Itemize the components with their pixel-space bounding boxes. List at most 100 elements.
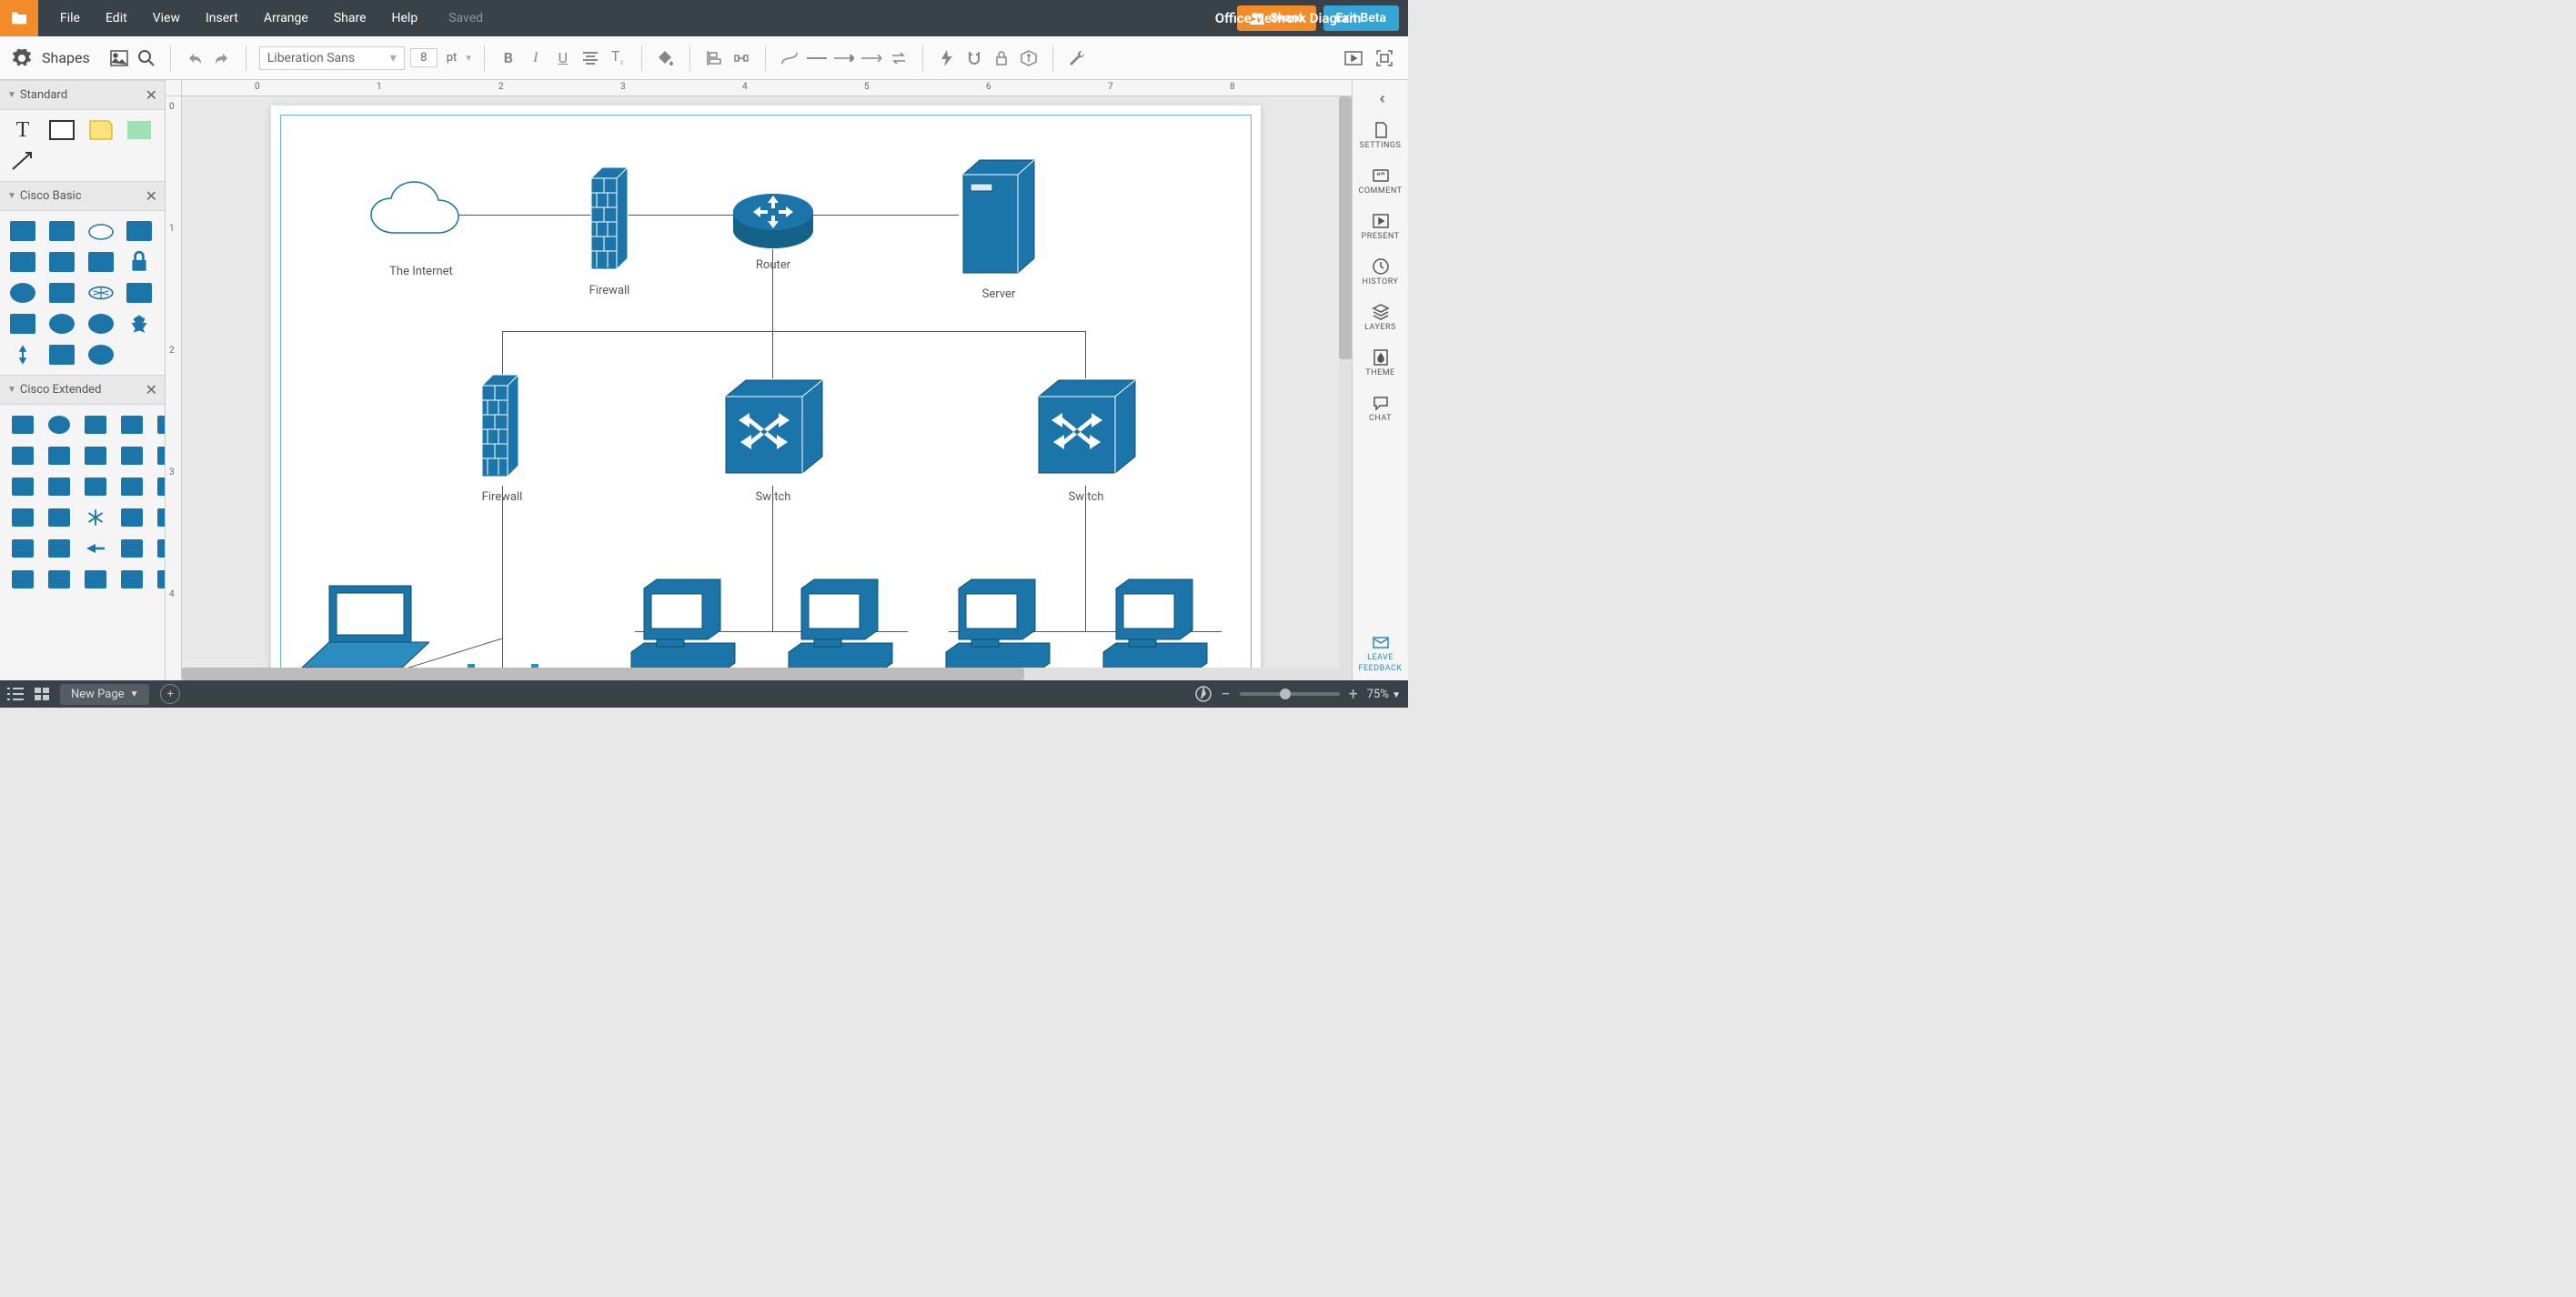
cisco-shape[interactable] (7, 567, 38, 592)
cisco-shape[interactable] (46, 311, 77, 337)
list-view-icon[interactable] (7, 688, 24, 700)
cisco-shape[interactable] (7, 280, 38, 306)
diagram-page[interactable]: The Internet Firewall Router Server Fir (271, 106, 1261, 680)
image-icon[interactable] (108, 47, 130, 69)
green-rect-shape[interactable] (124, 117, 155, 143)
redo-icon[interactable] (211, 47, 233, 69)
menu-help[interactable]: Help (379, 2, 431, 35)
info-icon[interactable] (1018, 47, 1040, 69)
font-size-input[interactable] (410, 48, 438, 67)
wrench-icon[interactable] (1066, 47, 1088, 69)
cisco-shape[interactable] (153, 567, 166, 592)
action-icon[interactable] (936, 47, 958, 69)
fill-icon[interactable] (655, 47, 677, 69)
cisco-shape[interactable] (153, 412, 166, 437)
cisco-shape[interactable] (7, 505, 38, 530)
cisco-shape[interactable] (153, 505, 166, 530)
cisco-shape[interactable] (86, 311, 116, 337)
cisco-shape[interactable] (46, 249, 77, 275)
cisco-shape[interactable] (116, 412, 147, 437)
collapse-dock-icon[interactable]: ‹‹ (1353, 85, 1408, 112)
play-slides-icon[interactable] (1343, 47, 1364, 69)
magnet-icon[interactable] (963, 47, 985, 69)
cisco-shape[interactable] (7, 249, 38, 275)
dock-comment[interactable]: ❝❞ COMMENT (1353, 159, 1408, 203)
cisco-shape[interactable] (46, 218, 77, 244)
fullscreen-icon[interactable] (1374, 47, 1395, 69)
zoom-out-icon[interactable]: − (1221, 685, 1230, 704)
canvas-viewport[interactable]: The Internet Firewall Router Server Fir (182, 96, 1352, 680)
close-icon[interactable]: ✕ (146, 187, 157, 205)
cisco-shape[interactable] (86, 280, 116, 306)
cisco-shape[interactable] (80, 412, 111, 437)
firewall-icon[interactable] (588, 166, 631, 275)
cisco-shape[interactable] (80, 567, 111, 592)
cisco-shape[interactable] (116, 505, 147, 530)
dock-theme[interactable]: THEME (1353, 341, 1408, 385)
cisco-shape[interactable] (44, 412, 75, 437)
group-standard-header[interactable]: ▼ Standard ✕ (0, 80, 165, 110)
cisco-shape[interactable] (7, 218, 38, 244)
cisco-shape[interactable] (80, 443, 111, 468)
cisco-shape[interactable] (80, 505, 111, 530)
grid-view-icon[interactable] (35, 688, 49, 700)
cisco-shape[interactable] (44, 474, 75, 499)
group-cisco-ext-header[interactable]: ▼ Cisco Extended ✕ (0, 375, 165, 405)
note-shape[interactable] (86, 117, 116, 143)
cisco-shape[interactable] (44, 567, 75, 592)
cisco-shape[interactable] (153, 443, 166, 468)
dock-feedback[interactable]: LEAVE FEEDBACK (1353, 626, 1408, 680)
close-icon[interactable]: ✕ (146, 381, 157, 398)
app-logo[interactable] (0, 0, 38, 36)
text-tool-icon[interactable]: T↕ (607, 47, 629, 69)
page-tab[interactable]: New Page ▼ (60, 684, 149, 705)
bold-icon[interactable]: B (498, 47, 519, 69)
cloud-internet-icon[interactable] (362, 178, 480, 251)
align-left-icon[interactable] (703, 47, 725, 69)
menu-arrange[interactable]: Arrange (251, 2, 321, 35)
gear-icon[interactable] (13, 49, 31, 67)
menu-edit[interactable]: Edit (93, 2, 140, 35)
menu-insert[interactable]: Insert (193, 2, 251, 35)
scrollbar-thumb[interactable] (1339, 96, 1352, 359)
underline-icon[interactable]: U (552, 47, 574, 69)
zoom-level[interactable]: 75% ▼ (1367, 688, 1401, 701)
distribute-icon[interactable] (730, 47, 752, 69)
firewall2-icon[interactable] (478, 373, 522, 482)
switch2-icon[interactable] (1033, 377, 1141, 480)
dock-history[interactable]: HISTORY (1353, 250, 1408, 294)
zoom-slider[interactable] (1240, 692, 1340, 696)
menu-share[interactable]: Share (321, 2, 379, 35)
document-title[interactable]: Office Network Diagram (1215, 10, 1361, 26)
line-end-icon[interactable] (860, 47, 882, 69)
cisco-shape[interactable] (153, 474, 166, 499)
cisco-shape[interactable] (116, 567, 147, 592)
add-page-button[interactable]: + (160, 684, 180, 704)
align-icon[interactable] (579, 47, 601, 69)
horizontal-scrollbar[interactable] (182, 668, 1352, 680)
font-select[interactable]: Liberation Sans▾ (259, 46, 405, 70)
cisco-shape[interactable] (80, 536, 111, 561)
cisco-shape[interactable] (80, 474, 111, 499)
cisco-shape[interactable] (124, 311, 155, 337)
scrollbar-thumb[interactable] (182, 668, 1024, 680)
cisco-shape[interactable] (7, 342, 38, 367)
group-cisco-basic-header[interactable]: ▼ Cisco Basic ✕ (0, 181, 165, 211)
line-solid-icon[interactable] (806, 47, 828, 69)
lock-icon[interactable] (991, 47, 1012, 69)
search-icon[interactable] (136, 47, 157, 69)
dock-layers[interactable]: LAYERS (1353, 296, 1408, 339)
dock-present[interactable]: PRESENT (1353, 205, 1408, 248)
text-shape[interactable]: T (7, 117, 38, 143)
undo-icon[interactable] (184, 47, 206, 69)
workstation-icon[interactable] (781, 578, 900, 678)
close-icon[interactable]: ✕ (146, 86, 157, 104)
switch1-icon[interactable] (720, 377, 828, 480)
italic-icon[interactable]: I (525, 47, 547, 69)
cisco-shape[interactable] (7, 412, 38, 437)
cisco-shape[interactable] (7, 311, 38, 337)
cisco-shape[interactable] (116, 474, 147, 499)
cisco-shape[interactable] (124, 280, 155, 306)
cisco-shape[interactable] (116, 536, 147, 561)
compass-icon[interactable] (1195, 686, 1212, 702)
